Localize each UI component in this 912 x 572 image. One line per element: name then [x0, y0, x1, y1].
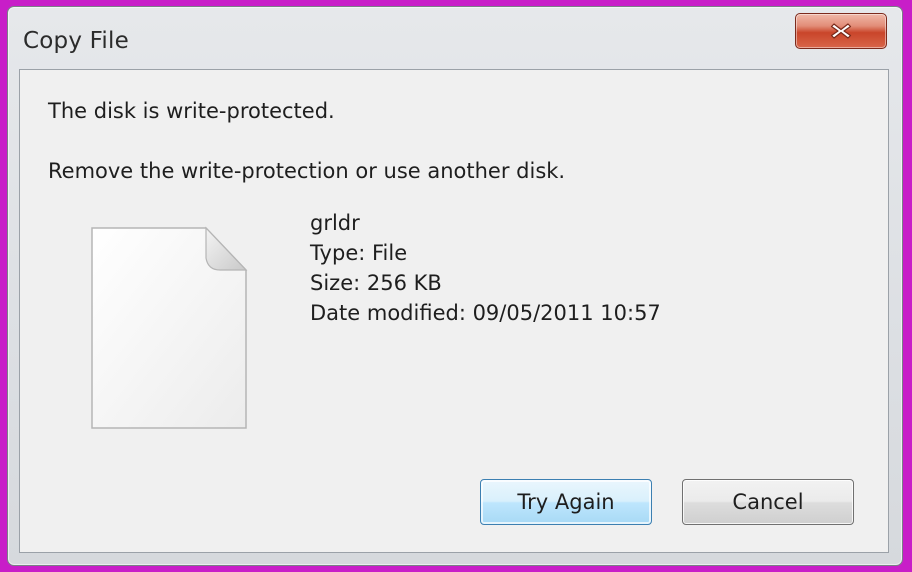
- dialog-content: The disk is write-protected. Remove the …: [19, 69, 889, 553]
- file-name: grldr: [310, 211, 360, 235]
- try-again-button[interactable]: Try Again: [480, 479, 652, 525]
- close-icon: [829, 22, 853, 40]
- file-type: Type: File: [310, 241, 408, 265]
- file-size: Size: 256 KB: [310, 271, 442, 295]
- close-button[interactable]: [795, 13, 887, 49]
- file-date-modified: Date modified: 09/05/2011 10:57: [310, 301, 661, 325]
- dialog-title: Copy File: [23, 28, 129, 54]
- instruction-message: Remove the write-protection or use anoth…: [48, 159, 566, 183]
- copy-file-dialog: Copy File The disk is write-protected. R…: [7, 6, 903, 566]
- file-icon: [84, 220, 254, 436]
- file-details: grldr Type: File Size: 256 KB Date modif…: [310, 208, 661, 328]
- error-message: The disk is write-protected.: [48, 99, 335, 123]
- cancel-button[interactable]: Cancel: [682, 479, 854, 525]
